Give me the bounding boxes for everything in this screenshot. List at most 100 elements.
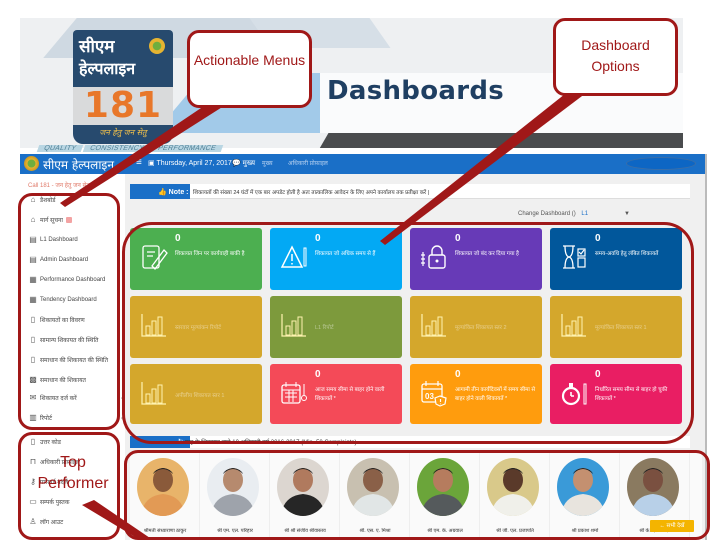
bar-chart-icon [140,378,168,408]
note-banner: 👍 Note : शिकायतों की संख्या 24 घंटों में… [130,184,690,199]
tagline-steps: QUALITY CONSISTENCY PERFORMANCE [36,145,224,154]
change-dashboard-select[interactable]: Change Dashboard () L1 ▼ [518,211,630,217]
performer-card[interactable]: श्री जी. एल. प्रजापति [480,452,550,540]
sidebar-item[interactable]: ▤ L1 Dashboard [29,234,77,246]
lock-icon [420,242,448,272]
refresh-icon: ↻ [130,436,190,448]
performer-name: श्री श्री संजीव श्रीवास्तव [284,528,326,534]
logo-line1: सीएम [79,37,115,57]
performer-photo [137,458,189,516]
sidebar-item[interactable]: ♙ लॉग आउट [29,516,63,528]
menu-toggle-icon[interactable]: ≡ [136,157,142,168]
edit-document-icon [140,242,168,272]
chevron-down-icon[interactable]: ▼ [624,211,630,217]
performer-name: श्री एम. के. अग्रवाल [427,528,463,534]
sidebar-item-label: उत्तर कोड [40,440,61,446]
sidebar-item-label: शिकायतों का विवरण [40,318,85,324]
sidebar-item[interactable]: ✉ शिकायत दर्ज करें ‹ [29,392,124,404]
svg-text:03: 03 [425,392,434,401]
dashboard-tile[interactable]: 0 समय-अवधि हेतु लंबित शिकायतें [550,228,682,290]
chevron-left-icon[interactable]: ‹ [121,415,123,422]
performer-name: श्री जी. एल. प्रजापति [496,528,534,534]
sidebar-item[interactable]: ▥ रिपोर्ट ‹ [29,412,123,424]
sidebar-item[interactable]: ▦ Performance Dashboard [29,274,105,286]
sidebar-item[interactable]: ▤ Admin Dashboard [29,254,88,266]
dashboard-tile[interactable]: 0 शिकायत जो बंद कर दिया गया है [410,228,542,290]
sidebar-item[interactable]: ▯ शिकायतों का विवरण [29,314,85,326]
sidebar-item[interactable]: ⌂ मार्ग सूचना [29,214,72,226]
view-all-button[interactable]: ← सभी देखें [650,520,694,532]
calendar-timer-icon [280,378,308,408]
performer-photo [487,458,539,516]
sidebar-item[interactable]: ▯ समाधान की शिकायत की स्थिति [29,354,108,366]
dashboard-tile[interactable]: 0 शिकायत जो अधिक समय से हैं [270,228,402,290]
dashboard-tile[interactable]: मूल्यांकित शिकायत स्तर 1 [550,296,682,358]
current-date: ▣ Thursday, April 27, 2017 [148,160,232,167]
logo-number: 181 [83,85,163,126]
notification-badge [65,217,72,223]
mail-icon: ✉ [29,393,37,402]
banner-decoration [310,133,683,148]
sidebar-item[interactable]: ▩ समाधान की शिकायत [29,374,86,386]
tagline-step: CONSISTENCY [82,145,152,152]
note-tag-label: Note : [168,189,189,196]
app-screenshot: सीएम हेल्पलाइन ≡ ▣ Thursday, April 27, 2… [20,154,707,540]
callout-dashboard-options: Dashboard Options [553,18,678,96]
messages-link[interactable]: 💬 मुख्य [232,159,255,168]
top-performers-header: ↻ माह के शिकायत वाले 10 अधिकारी वर्ष 201… [130,436,690,448]
book-icon: ▭ [29,497,37,506]
dashboard-tile[interactable]: 0 आज समय सीमा से बाहर होने वाली शिकायतें … [270,364,402,424]
performer-card[interactable]: श्री एम. के. अग्रवाल [410,452,480,540]
sidebar-item[interactable]: ▯ उत्तर कोड [29,436,61,448]
messages-label: मुख्य [242,160,256,167]
app-brand[interactable]: सीएम हेल्पलाइन [43,156,114,173]
chevron-left-icon[interactable]: ‹ [121,395,123,402]
sidebar-item-label: Performance Dashboard [40,277,106,283]
dashboard-tile[interactable]: मूल्यांकित शिकायत स्तर 2 [410,296,542,358]
performer-card[interactable]: श्री प्रकाश शर्मा [550,452,620,540]
calendar-icon: ▥ [29,413,37,422]
performer-photo [557,458,609,516]
document-icon: ▯ [30,315,36,324]
profile-link[interactable]: अधिकारी प्रोफ़ाइल [288,159,328,167]
tile-count: 0 [595,369,601,380]
sidebar-item[interactable]: ▯ सामान्य शिकायत की स्थिति [29,334,99,346]
slide: सीएम हेल्पलाइन 181 जन हेतु जन सेतु QUALI… [0,0,720,540]
helpline-phone: Call 181 - जन हेतु जन सेतु [28,183,90,189]
header-link[interactable]: मुख्य [262,159,273,167]
sidebar-item-label: समाधान की शिकायत की स्थिति [40,358,109,364]
grid-icon: ▩ [29,375,37,384]
slide-title: Dashboards [327,76,505,106]
performer-card[interactable]: श्रीमती संध्याराणा ठाकुर [130,452,200,540]
performer-card[interactable]: श्री. एस. ए. मिश्रा [340,452,410,540]
performer-card[interactable]: श्री एम. एल. परिहार [200,452,270,540]
tile-label: निर्धारित समय सीमा से बाहर हो चुकी शिकाय… [595,387,668,402]
dashboard-tile[interactable]: स्तरवार मूल्यांकन रिपोर्ट [130,296,262,358]
cm-helpline-logo: सीएम हेल्पलाइन 181 जन हेतु जन सेतु [73,30,173,144]
dashboard-tile[interactable]: 0 निर्धारित समय सीमा से बाहर हो चुकी शिका… [550,364,682,424]
warning-icon [280,242,308,272]
hourglass-icon [560,242,588,272]
dashboard-tile[interactable]: L1 रिपोर्ट [270,296,402,358]
performer-photo [417,458,469,516]
change-dashboard-value[interactable]: L1 [581,211,588,217]
tile-label: शिकायत जो बंद कर दिया गया है [455,251,519,257]
performer-card[interactable]: श्री श्री संजीव श्रीवास्तव [270,452,340,540]
sidebar-item-label: सम्पर्क पुस्तक [40,500,70,506]
chart-icon: ▦ [29,295,37,304]
sidebar-item[interactable]: ▦ Tendency Dashboard [29,294,97,306]
tagline-step: PERFORMANCE [150,145,223,152]
user-menu[interactable] [626,157,696,170]
dashboard-tile[interactable]: 03 0 आगामी तीन कार्यदिवसों में समय सीमा से… [410,364,542,424]
tile-label: आज समय सीमा से बाहर होने वाली शिकायतें * [315,387,385,402]
sidebar-item-label: समाधान की शिकायत [40,378,86,384]
bar-chart-icon [560,310,588,340]
dashboard-tile[interactable]: 0 शिकायत जिन पर कार्यवाही बाकी है [130,228,262,290]
tile-count: 0 [315,369,321,380]
home-icon: ⌂ [30,195,36,204]
bar-chart-icon [420,310,448,340]
performer-name: श्री एम. एल. परिहार [217,528,253,534]
sidebar-item[interactable]: ▭ सम्पर्क पुस्तक [29,496,69,508]
sidebar-item[interactable]: ⌂ डैशबोर्ड [29,194,56,206]
dashboard-tile[interactable]: अपीलीय शिकायत स्तर 1 [130,364,262,424]
